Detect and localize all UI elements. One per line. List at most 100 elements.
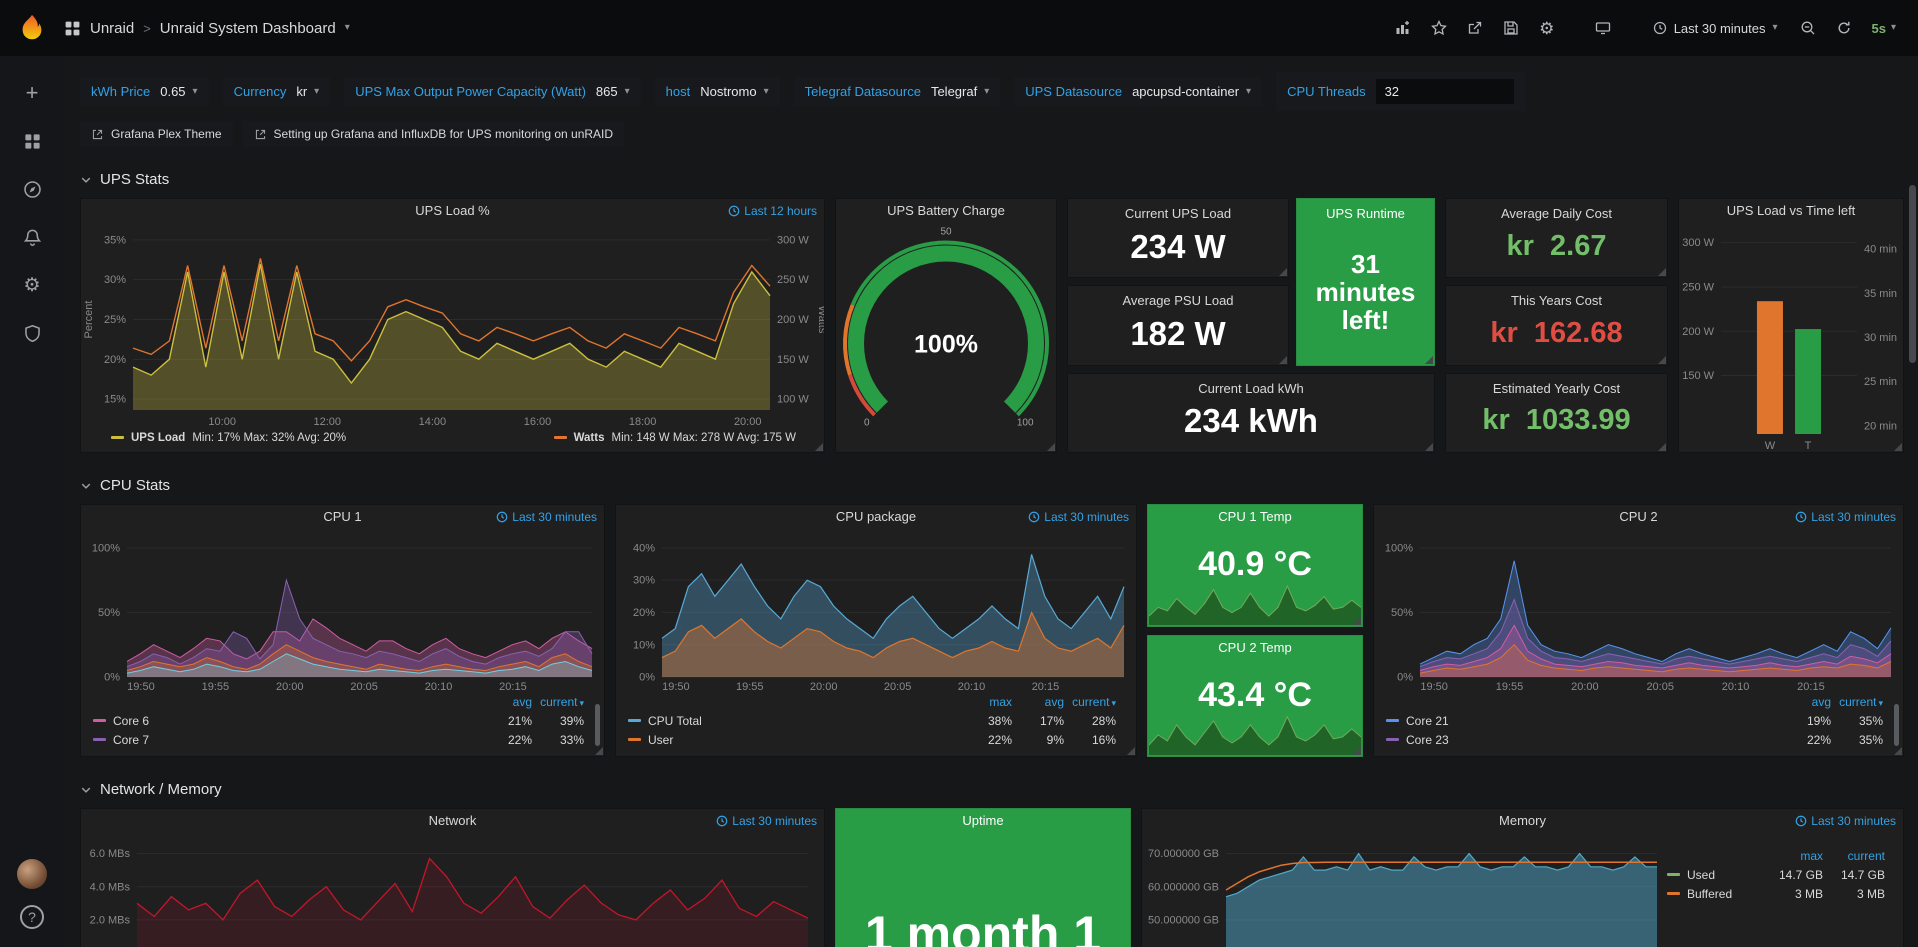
legend-header-avg[interactable]: avg xyxy=(480,695,532,709)
legend-header-avg[interactable]: avg xyxy=(1779,695,1831,709)
variable-label: Currency xyxy=(234,84,287,99)
variable-telegraf-datasource[interactable]: Telegraf Datasource Telegraf ▾ xyxy=(794,77,1001,106)
dashboard-link-ups-monitoring-guide[interactable]: Setting up Grafana and InfluxDB for UPS … xyxy=(243,121,625,147)
legend-item[interactable]: UPS Load Min: 17% Max: 32% Avg: 20% xyxy=(111,432,346,444)
bell-icon xyxy=(23,228,42,247)
add-panel-button[interactable] xyxy=(1387,13,1419,43)
refresh-interval-picker[interactable]: 5s ▾ xyxy=(1864,13,1905,43)
legend-header-avg[interactable]: avg xyxy=(1012,695,1064,709)
legend-header-current[interactable]: current xyxy=(1823,849,1885,863)
sidebar-item-dashboards[interactable] xyxy=(14,124,50,158)
section-network-memory[interactable]: Network / Memory xyxy=(80,781,1904,798)
legend-header-current[interactable]: current▾ xyxy=(532,695,584,709)
series-swatch xyxy=(1386,719,1399,722)
time-range-picker[interactable]: Last 30 minutes ▾ xyxy=(1643,13,1788,43)
panel-title[interactable]: CPU 1 Temp xyxy=(1148,505,1362,529)
refresh-button[interactable] xyxy=(1828,13,1860,43)
legend-header-max[interactable]: max xyxy=(1761,849,1823,863)
legend-scrollbar[interactable] xyxy=(595,704,600,746)
breadcrumb-app[interactable]: Unraid xyxy=(90,20,134,37)
variable-currency[interactable]: Currency kr ▾ xyxy=(223,77,331,106)
variable-ups-datasource[interactable]: UPS Datasource apcupsd-container ▾ xyxy=(1014,77,1262,106)
sidebar-item-explore[interactable] xyxy=(14,172,50,206)
panel-title[interactable]: This Years Cost xyxy=(1446,289,1667,313)
panel-resize-handle[interactable] xyxy=(1353,747,1361,755)
panel-title[interactable]: Current UPS Load xyxy=(1068,202,1288,226)
grafana-logo[interactable] xyxy=(0,0,64,56)
legend-series[interactable]: Core 21 xyxy=(1386,714,1779,728)
panel-title[interactable]: Estimated Yearly Cost xyxy=(1446,377,1667,401)
section-cpu-stats[interactable]: CPU Stats xyxy=(80,477,1904,494)
cpu1-chart[interactable]: 100%50%0%19:5019:5520:0020:0520:1020:15 xyxy=(81,529,604,693)
apps-grid-icon[interactable] xyxy=(64,20,81,37)
panel-title[interactable]: Uptime xyxy=(836,809,1130,833)
star-dashboard-button[interactable] xyxy=(1423,13,1455,43)
panel-title[interactable]: UPS Runtime xyxy=(1297,202,1434,226)
panel-resize-handle[interactable] xyxy=(1658,443,1666,451)
panel-title[interactable]: UPS Load % xyxy=(81,199,824,223)
panel-resize-handle[interactable] xyxy=(1127,747,1135,755)
legend-series[interactable]: Used xyxy=(1667,868,1761,882)
cpu-package-chart[interactable]: 40%30%20%10%0%19:5019:5520:0020:0520:102… xyxy=(616,529,1136,693)
network-chart[interactable]: 6.0 MBs4.0 MBs2.0 MBs xyxy=(81,833,824,947)
legend-scrollbar[interactable] xyxy=(1894,704,1899,746)
user-avatar[interactable] xyxy=(17,859,47,889)
panel-title[interactable]: Current Load kWh xyxy=(1068,377,1434,401)
cpu-threads-input[interactable]: 32 xyxy=(1376,79,1514,104)
legend-header-current[interactable]: current▾ xyxy=(1064,695,1116,709)
page-scrollbar[interactable] xyxy=(1909,185,1916,363)
sidebar-item-alerting[interactable] xyxy=(14,220,50,254)
panel-title[interactable]: Average Daily Cost xyxy=(1446,202,1667,226)
add-panel-icon xyxy=(1395,20,1411,36)
legend-series[interactable]: Buffered xyxy=(1667,887,1761,901)
panel-resize-handle[interactable] xyxy=(595,747,603,755)
sidebar-item-server-admin[interactable] xyxy=(14,316,50,350)
legend-series[interactable]: Core 7 xyxy=(93,733,480,747)
cycle-view-mode-button[interactable] xyxy=(1587,13,1619,43)
panel-resize-handle[interactable] xyxy=(1658,356,1666,364)
legend-series[interactable]: User xyxy=(628,733,960,747)
section-ups-stats[interactable]: UPS Stats xyxy=(80,171,1904,188)
sidebar-item-help[interactable]: ? xyxy=(20,905,44,929)
variable-host[interactable]: host Nostromo ▾ xyxy=(655,77,780,106)
ups-load-chart[interactable]: 35%30%25%20%15%300 W250 W200 W150 W100 W… xyxy=(81,223,824,428)
dashboard-settings-button[interactable]: ⚙ xyxy=(1531,13,1563,43)
chevron-down-icon[interactable]: ▾ xyxy=(345,23,350,33)
variable-ups-max-output[interactable]: UPS Max Output Power Capacity (Watt) 865… xyxy=(344,77,640,106)
panel-resize-handle[interactable] xyxy=(1894,443,1902,451)
zoom-out-time-button[interactable] xyxy=(1792,13,1824,43)
panel-resize-handle[interactable] xyxy=(1894,747,1902,755)
panel-resize-handle[interactable] xyxy=(1353,617,1361,625)
sidebar-item-create[interactable]: + xyxy=(14,76,50,110)
cpu2-chart[interactable]: 100%50%0%19:5019:5520:0020:0520:1020:15 xyxy=(1374,529,1903,693)
variable-kwh-price[interactable]: kWh Price 0.65 ▾ xyxy=(80,77,209,106)
panel-title[interactable]: Average PSU Load xyxy=(1068,289,1288,313)
panel-resize-handle[interactable] xyxy=(1047,443,1055,451)
legend-header-max[interactable]: max xyxy=(960,695,1012,709)
legend-item[interactable]: Watts Min: 148 W Max: 278 W Avg: 175 W xyxy=(554,432,796,444)
panel-resize-handle[interactable] xyxy=(1279,356,1287,364)
svg-text:12:00: 12:00 xyxy=(314,416,342,428)
share-dashboard-button[interactable] xyxy=(1459,13,1491,43)
panel-title[interactable]: Network xyxy=(81,809,824,833)
panel-resize-handle[interactable] xyxy=(815,443,823,451)
dashboards-icon xyxy=(23,132,42,151)
legend-header-current[interactable]: current▾ xyxy=(1831,695,1883,709)
sidebar-item-configuration[interactable]: ⚙ xyxy=(14,268,50,302)
page-title[interactable]: Unraid System Dashboard xyxy=(160,20,336,37)
ups-load-vs-time-chart[interactable]: 300 W250 W200 W150 W40 min35 min30 min25… xyxy=(1679,223,1903,452)
save-dashboard-button[interactable] xyxy=(1495,13,1527,43)
panel-title[interactable]: UPS Battery Charge xyxy=(836,199,1056,223)
panel-resize-handle[interactable] xyxy=(1425,356,1433,364)
dashboard-link-grafana-plex-theme[interactable]: Grafana Plex Theme xyxy=(80,121,233,147)
panel-resize-handle[interactable] xyxy=(1279,268,1287,276)
panel-title[interactable]: Memory xyxy=(1142,809,1903,833)
legend-series[interactable]: Core 23 xyxy=(1386,733,1779,747)
panel-title[interactable]: UPS Load vs Time left xyxy=(1679,199,1903,223)
legend-series[interactable]: Core 6 xyxy=(93,714,480,728)
memory-chart[interactable]: 70.000000 GB60.000000 GB50.000000 GB xyxy=(1142,833,1667,947)
panel-resize-handle[interactable] xyxy=(1658,268,1666,276)
panel-title[interactable]: CPU 2 Temp xyxy=(1148,636,1362,660)
panel-resize-handle[interactable] xyxy=(1425,443,1433,451)
legend-series[interactable]: CPU Total xyxy=(628,714,960,728)
